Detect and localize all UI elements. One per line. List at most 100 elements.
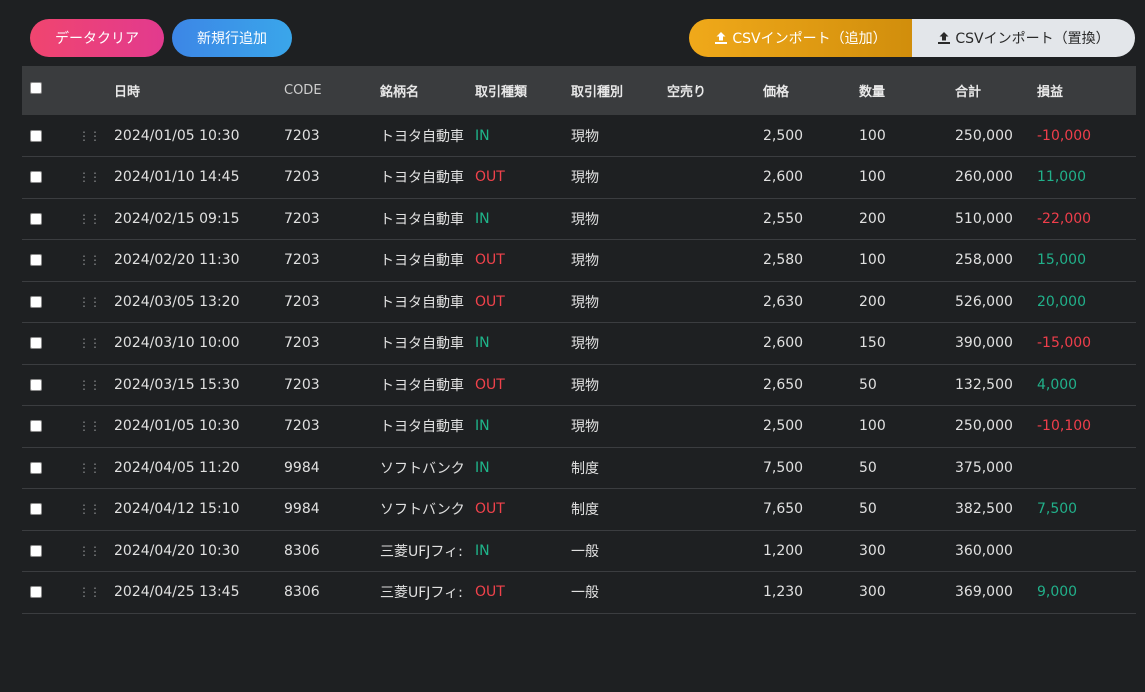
cell-datetime[interactable]: 2024/01/05 10:30 — [114, 406, 284, 448]
cell-price[interactable]: 2,550 — [763, 198, 859, 240]
select-all-checkbox[interactable] — [30, 81, 42, 94]
table-row[interactable]: ⋮⋮ 2024/04/25 13:45 8306 三菱UFJフィ: OUT 一般 1,230… — [22, 572, 1136, 614]
cell-price[interactable]: 7,650 — [763, 489, 859, 531]
csv-import-replace-button[interactable]: CSVインポート（置換） — [912, 19, 1135, 57]
cell-code[interactable]: 7203 — [284, 240, 380, 282]
row-checkbox[interactable] — [30, 254, 42, 267]
csv-import-add-button[interactable]: CSVインポート（追加） — [689, 19, 912, 57]
cell-short[interactable] — [667, 530, 763, 572]
cell-code[interactable]: 9984 — [284, 489, 380, 531]
table-row[interactable]: ⋮⋮ 2024/04/05 11:20 9984 ソフトバンク IN 制度 7,500 50 3… — [22, 447, 1136, 489]
cell-trade-type[interactable]: IN — [475, 198, 571, 240]
cell-code[interactable]: 7203 — [284, 115, 380, 157]
cell-trade-type[interactable]: IN — [475, 530, 571, 572]
cell-trade-kind[interactable]: 一般 — [571, 572, 667, 614]
cell-trade-kind[interactable]: 現物 — [571, 240, 667, 282]
cell-short[interactable] — [667, 115, 763, 157]
cell-trade-type[interactable]: IN — [475, 115, 571, 157]
table-row[interactable]: ⋮⋮ 2024/02/20 11:30 7203 トヨタ自動車 OUT 現物 2,580 10… — [22, 240, 1136, 282]
clear-data-button[interactable]: データクリア — [30, 19, 164, 57]
cell-price[interactable]: 2,500 — [763, 115, 859, 157]
cell-datetime[interactable]: 2024/04/20 10:30 — [114, 530, 284, 572]
row-checkbox[interactable] — [30, 544, 42, 557]
cell-short[interactable] — [667, 406, 763, 448]
cell-name[interactable]: 三菱UFJフィ: — [380, 530, 475, 572]
table-row[interactable]: ⋮⋮ 2024/01/05 10:30 7203 トヨタ自動車 IN 現物 2,500 100… — [22, 115, 1136, 157]
cell-short[interactable] — [667, 157, 763, 199]
header-short[interactable]: 空売り — [667, 66, 763, 115]
cell-price[interactable]: 2,500 — [763, 406, 859, 448]
cell-total[interactable]: 382,500 — [955, 489, 1037, 531]
cell-total[interactable]: 390,000 — [955, 323, 1037, 365]
cell-price[interactable]: 2,580 — [763, 240, 859, 282]
drag-handle-icon[interactable]: ⋮⋮ — [78, 378, 101, 392]
drag-handle-icon[interactable]: ⋮⋮ — [78, 170, 101, 184]
table-row[interactable]: ⋮⋮ 2024/04/12 15:10 9984 ソフトバンク OUT 制度 7,650 50… — [22, 489, 1136, 531]
cell-name[interactable]: ソフトバンク — [380, 489, 475, 531]
cell-name[interactable]: トヨタ自動車 — [380, 240, 475, 282]
cell-short[interactable] — [667, 281, 763, 323]
cell-short[interactable] — [667, 323, 763, 365]
header-name[interactable]: 銘柄名 — [380, 66, 475, 115]
cell-price[interactable]: 2,630 — [763, 281, 859, 323]
cell-qty[interactable]: 300 — [859, 530, 955, 572]
table-row[interactable]: ⋮⋮ 2024/04/20 10:30 8306 三菱UFJフィ: IN 一般 1,200 3… — [22, 530, 1136, 572]
cell-pl[interactable]: 4,000 — [1037, 364, 1136, 406]
cell-short[interactable] — [667, 198, 763, 240]
row-checkbox[interactable] — [30, 212, 42, 225]
cell-qty[interactable]: 100 — [859, 115, 955, 157]
cell-pl[interactable] — [1037, 447, 1136, 489]
cell-datetime[interactable]: 2024/03/15 15:30 — [114, 364, 284, 406]
cell-code[interactable]: 7203 — [284, 157, 380, 199]
cell-datetime[interactable]: 2024/01/05 10:30 — [114, 115, 284, 157]
drag-handle-icon[interactable]: ⋮⋮ — [78, 295, 101, 309]
header-total[interactable]: 合計 — [955, 66, 1037, 115]
cell-qty[interactable]: 50 — [859, 447, 955, 489]
cell-code[interactable]: 7203 — [284, 281, 380, 323]
cell-trade-kind[interactable]: 現物 — [571, 323, 667, 365]
cell-trade-kind[interactable]: 現物 — [571, 364, 667, 406]
cell-total[interactable]: 132,500 — [955, 364, 1037, 406]
drag-handle-icon[interactable]: ⋮⋮ — [78, 129, 101, 143]
cell-pl[interactable]: -10,000 — [1037, 115, 1136, 157]
cell-pl[interactable] — [1037, 530, 1136, 572]
cell-name[interactable]: トヨタ自動車 — [380, 281, 475, 323]
row-checkbox[interactable] — [30, 171, 42, 184]
cell-short[interactable] — [667, 572, 763, 614]
cell-trade-kind[interactable]: 現物 — [571, 115, 667, 157]
cell-pl[interactable]: -10,100 — [1037, 406, 1136, 448]
table-row[interactable]: ⋮⋮ 2024/01/05 10:30 7203 トヨタ自動車 IN 現物 2,500 100… — [22, 406, 1136, 448]
cell-name[interactable]: 三菱UFJフィ: — [380, 572, 475, 614]
cell-code[interactable]: 7203 — [284, 406, 380, 448]
cell-short[interactable] — [667, 364, 763, 406]
cell-qty[interactable]: 300 — [859, 572, 955, 614]
cell-trade-type[interactable]: OUT — [475, 240, 571, 282]
cell-trade-type[interactable]: OUT — [475, 364, 571, 406]
cell-trade-type[interactable]: IN — [475, 406, 571, 448]
cell-price[interactable]: 2,650 — [763, 364, 859, 406]
cell-code[interactable]: 8306 — [284, 530, 380, 572]
cell-total[interactable]: 510,000 — [955, 198, 1037, 240]
cell-code[interactable]: 8306 — [284, 572, 380, 614]
header-datetime[interactable]: 日時 — [114, 66, 284, 115]
cell-code[interactable]: 7203 — [284, 364, 380, 406]
cell-total[interactable]: 258,000 — [955, 240, 1037, 282]
cell-datetime[interactable]: 2024/02/15 09:15 — [114, 198, 284, 240]
cell-total[interactable]: 250,000 — [955, 115, 1037, 157]
cell-code[interactable]: 9984 — [284, 447, 380, 489]
cell-qty[interactable]: 50 — [859, 489, 955, 531]
cell-code[interactable]: 7203 — [284, 323, 380, 365]
row-checkbox[interactable] — [30, 129, 42, 142]
cell-datetime[interactable]: 2024/02/20 11:30 — [114, 240, 284, 282]
cell-qty[interactable]: 100 — [859, 240, 955, 282]
cell-total[interactable]: 369,000 — [955, 572, 1037, 614]
drag-handle-icon[interactable]: ⋮⋮ — [78, 336, 101, 350]
row-checkbox[interactable] — [30, 420, 42, 433]
cell-total[interactable]: 250,000 — [955, 406, 1037, 448]
row-checkbox[interactable] — [30, 503, 42, 516]
table-row[interactable]: ⋮⋮ 2024/03/15 15:30 7203 トヨタ自動車 OUT 現物 2,650 50… — [22, 364, 1136, 406]
cell-trade-type[interactable]: OUT — [475, 157, 571, 199]
cell-datetime[interactable]: 2024/03/10 10:00 — [114, 323, 284, 365]
cell-datetime[interactable]: 2024/03/05 13:20 — [114, 281, 284, 323]
cell-datetime[interactable]: 2024/01/10 14:45 — [114, 157, 284, 199]
